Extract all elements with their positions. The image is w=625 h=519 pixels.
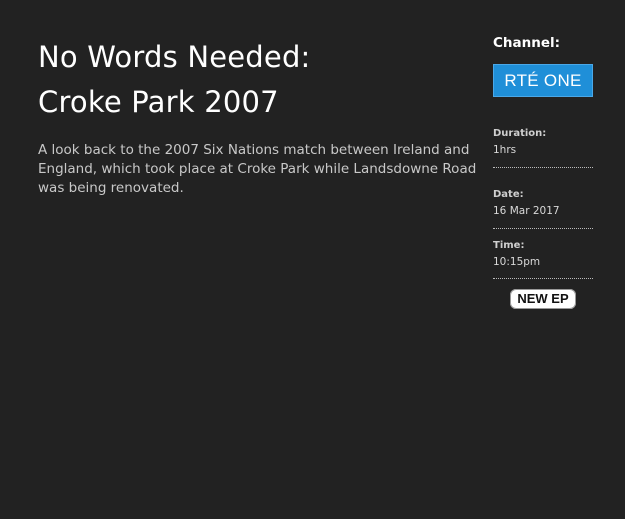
programme-info: No Words Needed: Croke Park 2007 A look … — [38, 35, 484, 198]
date-value: 16 Mar 2017 — [493, 205, 560, 217]
time-section: Time: 10:15pm — [493, 239, 593, 279]
channel-logo-text: RTÉ ONE — [504, 70, 582, 90]
programme-detail-page: No Words Needed: Croke Park 2007 A look … — [0, 0, 625, 519]
duration-section: Duration: 1hrs — [493, 127, 593, 168]
duration-label: Duration: — [493, 128, 547, 139]
time-value: 10:15pm — [493, 256, 541, 268]
programme-title: No Words Needed: Croke Park 2007 — [38, 35, 484, 125]
new-episode-badge: NEW EP — [510, 289, 576, 309]
date-section: Date: 16 Mar 2017 — [493, 188, 593, 229]
channel-label: Channel: — [493, 35, 561, 51]
programme-sidebar: Channel: RTÉ ONE Duration: 1hrs Date: 16… — [493, 35, 593, 309]
programme-description: A look back to the 2007 Six Nations matc… — [38, 142, 477, 196]
badge-container: NEW EP — [493, 289, 593, 309]
programme-title-line2: Croke Park 2007 — [38, 85, 279, 119]
date-label: Date: — [493, 189, 524, 200]
programme-title-line1: No Words Needed: — [38, 40, 311, 74]
channel-logo[interactable]: RTÉ ONE — [493, 64, 593, 97]
time-label: Time: — [493, 240, 525, 251]
duration-value: 1hrs — [493, 144, 517, 156]
